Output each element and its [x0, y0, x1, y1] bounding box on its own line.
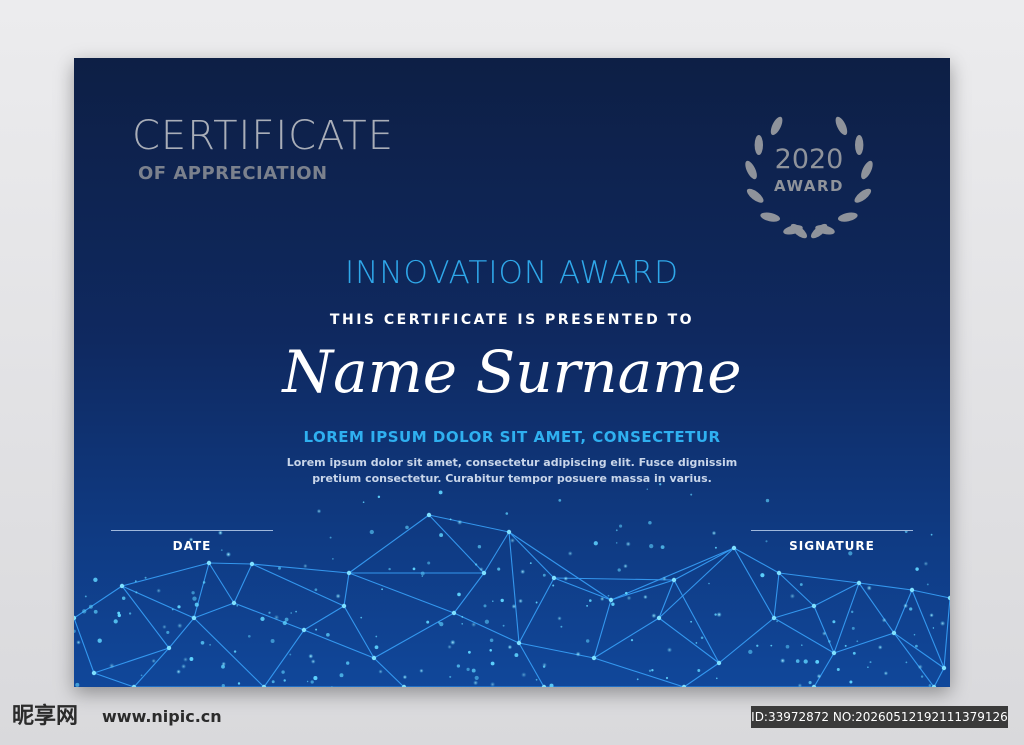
- watermark-logo: 昵享网: [12, 704, 79, 729]
- certificate-title: CERTIFICATE: [132, 113, 395, 159]
- signature-label: SIGNATURE: [789, 539, 875, 553]
- body-text-line-1: Lorem ipsum dolor sit amet, consectetur …: [286, 456, 738, 469]
- page: { "certificate": { "title": "CERTIFICATE…: [0, 0, 1024, 745]
- award-name: INNOVATION AWARD: [344, 255, 679, 291]
- seal-label: AWARD: [774, 177, 844, 195]
- watermark-id: ID:33972872 NO:20260512192111379126: [751, 706, 1008, 728]
- certificate-subtitle: OF APPRECIATION: [138, 163, 328, 184]
- date-label: DATE: [172, 539, 212, 553]
- presented-to-line: THIS CERTIFICATE IS PRESENTED TO: [329, 312, 695, 328]
- certificate-card: CERTIFICATE OF APPRECIATION 2020 AWARD I…: [74, 58, 950, 687]
- lead-line: LOREM IPSUM DOLOR SIT AMET, CONSECTETUR: [303, 428, 721, 446]
- body-text: Lorem ipsum dolor sit amet, consectetur …: [252, 455, 772, 487]
- body-text-line-2: pretium consectetur. Curabitur tempor po…: [312, 472, 712, 485]
- signature-line: [751, 530, 913, 531]
- date-line: [111, 530, 273, 531]
- seal-year: 2020: [774, 144, 844, 175]
- award-seal: 2020 AWARD: [724, 104, 894, 244]
- watermark-url: www.nipic.cn: [102, 707, 222, 726]
- recipient-name: Name Surname: [282, 338, 742, 406]
- network-dots: [74, 483, 950, 687]
